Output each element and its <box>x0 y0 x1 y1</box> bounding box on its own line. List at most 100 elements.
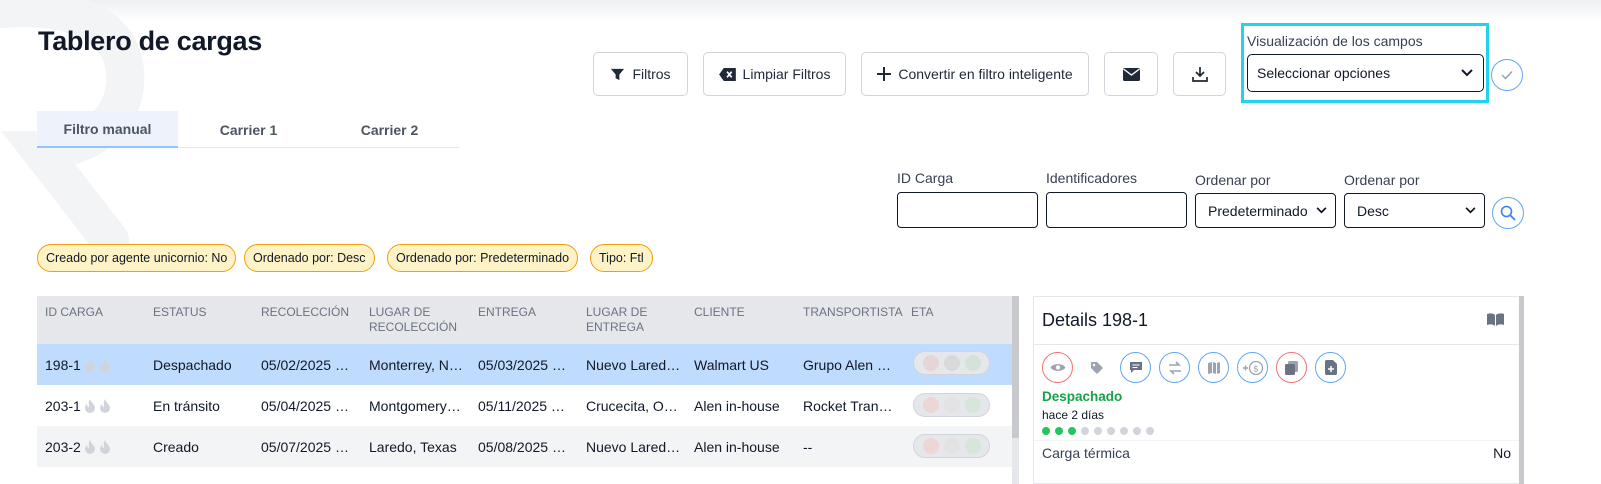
backspace-icon <box>718 67 736 81</box>
eye-icon <box>1050 364 1065 371</box>
cell-client: Alen in-house <box>694 397 780 414</box>
cell-status: Creado <box>153 438 199 455</box>
cell-delivery: 05/08/2025 … <box>478 438 566 455</box>
cell-pickup: 05/02/2025 … <box>261 356 349 373</box>
map-action-button[interactable] <box>1198 352 1229 383</box>
flame-icon <box>84 398 95 413</box>
cell-delivery-place: Crucecita, O… <box>586 397 678 414</box>
email-button[interactable] <box>1104 52 1158 96</box>
convert-smart-filter-button[interactable]: Convertir en filtro inteligente <box>861 52 1089 96</box>
cell-delivery-place: Nuevo Lared… <box>586 356 681 373</box>
details-title: Details 198-1 <box>1042 310 1149 330</box>
filters-button-label: Filtros <box>632 66 671 82</box>
cell-carrier: -- <box>803 438 813 455</box>
chevron-down-icon <box>1461 69 1473 77</box>
loads-table: ID CARGA ESTATUS RECOLECCIÓN LUGAR DE RE… <box>37 296 1012 484</box>
col-header-eta[interactable]: ETA <box>911 305 933 320</box>
order-by-label: Ordenar por <box>1195 172 1271 188</box>
order-by-select[interactable]: Predeterminado <box>1195 193 1336 228</box>
search-button[interactable] <box>1492 197 1524 229</box>
tab-filtro-manual[interactable]: Filtro manual <box>37 111 178 148</box>
table-row[interactable]: 203-1 En tránsito 05/04/2025 … Montgomer… <box>37 385 1012 426</box>
chevron-down-icon <box>1316 207 1327 214</box>
download-icon <box>1191 67 1208 82</box>
flame-icon <box>84 439 95 454</box>
details-panel: Details 198-1 $ Despachado hace 2 días C… <box>1033 296 1520 484</box>
table-row[interactable]: 203-2 Creado 05/07/2025 … Laredo, Texas … <box>37 426 1012 467</box>
duplicate-action-button[interactable] <box>1276 352 1307 383</box>
col-header-pickup[interactable]: RECOLECCIÓN <box>261 305 349 320</box>
thermal-load-value: No <box>1493 445 1511 461</box>
tab-carrier-1[interactable]: Carrier 1 <box>178 111 319 148</box>
clear-filters-label: Limpiar Filtros <box>742 66 831 82</box>
table-scrollbar[interactable] <box>1012 296 1019 484</box>
col-header-carrier[interactable]: TRANSPORTISTA <box>803 305 903 320</box>
filter-chip[interactable]: Tipo: Ftl <box>590 244 653 272</box>
eta-traffic-light <box>913 393 990 417</box>
tag-action-button[interactable] <box>1081 352 1112 383</box>
table-scrollbar-thumb[interactable] <box>1012 296 1019 438</box>
details-status-time: hace 2 días <box>1042 408 1105 422</box>
filter-tabs: Filtro manual Carrier 1 Carrier 2 <box>37 111 460 148</box>
tag-icon <box>1090 361 1103 374</box>
cell-delivery: 05/11/2025 … <box>478 397 565 414</box>
col-header-delivery-place[interactable]: LUGAR DE ENTREGA <box>586 305 666 335</box>
progress-dot <box>1042 427 1050 435</box>
envelope-icon <box>1122 67 1140 81</box>
filter-chip[interactable]: Ordenado por: Predeterminado <box>387 244 579 272</box>
field-visibility-label: Visualización de los campos <box>1247 33 1423 49</box>
cell-pickup: 05/07/2025 … <box>261 438 349 455</box>
swap-action-button[interactable] <box>1159 352 1190 383</box>
clear-filters-button[interactable]: Limpiar Filtros <box>703 52 846 96</box>
table-row[interactable]: 198-1 Despachado 05/02/2025 … Monterrey,… <box>37 344 1012 385</box>
add-document-action-button[interactable] <box>1315 352 1346 383</box>
filters-button[interactable]: Filtros <box>593 52 688 96</box>
field-visibility-select[interactable]: Seleccionar opciones <box>1247 54 1484 92</box>
cell-id: 203-1 <box>45 397 81 414</box>
eta-traffic-light <box>913 351 990 375</box>
tab-carrier-2[interactable]: Carrier 2 <box>319 111 460 148</box>
details-scrollbar[interactable] <box>1519 296 1524 484</box>
cell-status: En tránsito <box>153 397 220 414</box>
col-header-delivery[interactable]: ENTREGA <box>478 305 536 320</box>
book-icon[interactable] <box>1487 313 1504 326</box>
flame-icon <box>99 398 110 413</box>
download-button[interactable] <box>1173 52 1226 96</box>
order-direction-select[interactable]: Desc <box>1344 193 1485 228</box>
cell-client: Alen in-house <box>694 438 780 455</box>
details-status: Despachado <box>1042 389 1123 404</box>
cell-carrier: Grupo Alen … <box>803 356 891 373</box>
cell-pickup-place: Laredo, Texas <box>369 438 457 455</box>
thermal-load-label: Carga térmica <box>1042 445 1130 461</box>
flame-icon <box>99 357 110 372</box>
comment-icon <box>1129 362 1142 373</box>
cell-delivery-place: Nuevo Lared… <box>586 438 681 455</box>
cell-pickup: 05/04/2025 … <box>261 397 349 414</box>
convert-smart-filter-label: Convertir en filtro inteligente <box>898 66 1073 82</box>
copy-icon <box>1285 360 1298 375</box>
filter-chip[interactable]: Creado por agente unicornio: No <box>37 244 237 272</box>
status-progress-dots <box>1042 427 1154 435</box>
id-carga-label: ID Carga <box>897 170 954 186</box>
add-cost-action-button[interactable]: $ <box>1237 352 1268 383</box>
progress-dot <box>1146 427 1154 435</box>
id-carga-input[interactable] <box>897 192 1038 228</box>
field-visibility-placeholder: Seleccionar opciones <box>1257 65 1391 81</box>
cell-id: 203-2 <box>45 438 81 455</box>
filter-chip[interactable]: Ordenado por: Desc <box>244 244 375 272</box>
file-plus-icon <box>1324 360 1337 375</box>
comment-action-button[interactable] <box>1120 352 1151 383</box>
divider <box>1034 344 1520 345</box>
view-action-button[interactable] <box>1042 352 1073 383</box>
cell-status: Despachado <box>153 356 232 373</box>
col-header-id[interactable]: ID CARGA <box>45 305 103 320</box>
progress-dot <box>1068 427 1076 435</box>
identifiers-input[interactable] <box>1046 192 1187 228</box>
page-title: Tablero de cargas <box>38 26 262 56</box>
flame-icon <box>99 439 110 454</box>
table-header: ID CARGA ESTATUS RECOLECCIÓN LUGAR DE RE… <box>37 296 1012 344</box>
col-header-pickup-place[interactable]: LUGAR DE RECOLECCIÓN <box>369 305 469 335</box>
col-header-client[interactable]: CLIENTE <box>694 305 745 320</box>
col-header-status[interactable]: ESTATUS <box>153 305 207 320</box>
confirm-fields-button[interactable] <box>1491 59 1523 91</box>
